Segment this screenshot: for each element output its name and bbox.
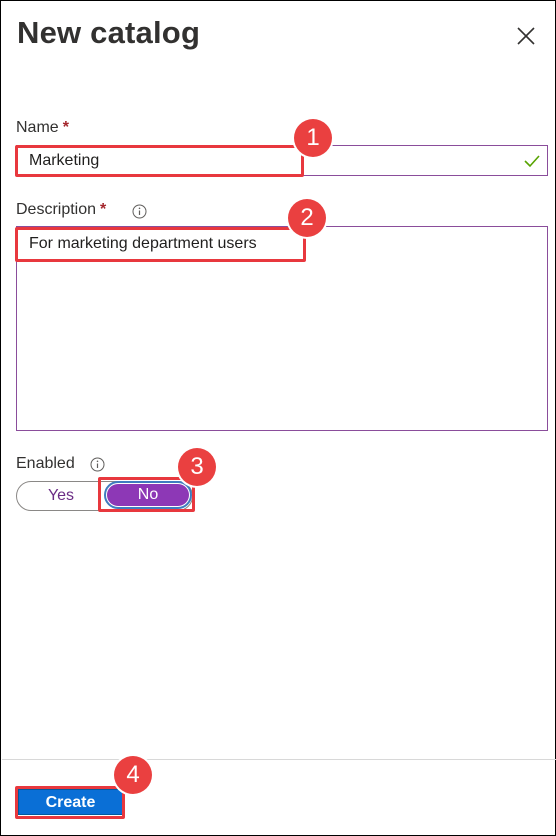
callout-4: 4 — [114, 756, 152, 794]
name-label: Name * — [16, 119, 69, 137]
enabled-toggle: Yes No — [16, 481, 193, 511]
description-label: Description * — [16, 201, 106, 219]
name-input-value: Marketing — [29, 152, 100, 169]
footer-divider — [2, 759, 556, 760]
description-label-text: Description — [16, 201, 97, 218]
dialog-panel: New catalog Name * Marketing Description *… — [0, 0, 556, 836]
panel-title: New catalog — [17, 15, 201, 50]
callout-1: 1 — [294, 119, 332, 157]
required-mark: * — [100, 201, 107, 218]
close-icon[interactable] — [513, 23, 539, 49]
enabled-option-no[interactable]: No — [104, 481, 192, 509]
info-icon[interactable] — [90, 457, 105, 472]
name-label-text: Name — [16, 119, 59, 136]
callout-3: 3 — [178, 448, 216, 486]
check-icon — [524, 155, 540, 168]
required-mark: * — [62, 119, 69, 136]
enabled-option-yes[interactable]: Yes — [17, 482, 105, 510]
callout-2: 2 — [288, 199, 326, 237]
description-value: For marketing department users — [29, 235, 257, 252]
create-button[interactable]: Create — [18, 789, 123, 815]
description-textarea[interactable]: For marketing department users — [16, 226, 548, 431]
info-icon[interactable] — [132, 204, 147, 219]
enabled-label: Enabled — [16, 455, 75, 472]
name-input[interactable]: Marketing — [16, 145, 548, 176]
